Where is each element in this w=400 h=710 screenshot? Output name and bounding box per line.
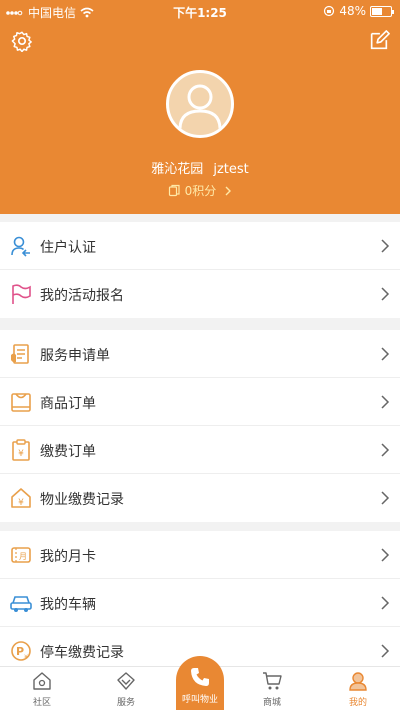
menu-item-month-card[interactable]: 月 我的月卡 [0, 531, 400, 579]
menu-item-payment-orders[interactable]: ¥ 缴费订单 [0, 426, 400, 474]
month-card-icon: 月 [11, 547, 31, 563]
tab-service[interactable]: 服务 [86, 667, 166, 710]
tab-label: 商城 [262, 698, 281, 708]
username: jztest [213, 162, 249, 177]
chevron-right-icon [381, 239, 390, 253]
menu-item-label: 商品订单 [40, 396, 96, 412]
menu-group-account: 住户认证 我的活动报名 [0, 222, 400, 318]
diamond-icon [117, 672, 135, 690]
menu-item-label: 服务申请单 [40, 348, 110, 364]
chevron-right-icon [381, 287, 390, 301]
chevron-right-icon [225, 186, 232, 195]
menu-item-service-form[interactable]: 服务申请单 [0, 330, 400, 378]
status-bar: 中国电信 下午1:25 48% [0, 0, 400, 22]
menu-item-property-payments[interactable]: ¥ 物业缴费记录 [0, 474, 400, 522]
tab-mall[interactable]: 商城 [232, 667, 312, 710]
tab-label: 服务 [116, 698, 135, 708]
svg-text:P: P [16, 645, 24, 658]
tab-mine[interactable]: 我的 [318, 667, 398, 710]
menu-item-label: 我的月卡 [40, 549, 96, 565]
menu-item-product-orders[interactable]: 商品订单 [0, 378, 400, 426]
tab-label: 呼叫物业 [181, 695, 218, 705]
chevron-right-icon [381, 548, 390, 562]
service-form-icon [11, 344, 29, 364]
points-link[interactable]: 0积分 [0, 182, 400, 199]
svg-text:¥: ¥ [24, 654, 28, 661]
resident-auth-icon [11, 236, 30, 257]
chevron-right-icon [381, 596, 390, 610]
user-identity: 雅沁花园 jztest [0, 158, 400, 177]
chevron-right-icon [381, 644, 390, 658]
bag-icon [11, 393, 31, 412]
cart-icon [263, 672, 282, 690]
battery-percent: 48% [339, 4, 366, 18]
menu-item-label: 停车缴费记录 [40, 645, 124, 661]
chevron-right-icon [381, 395, 390, 409]
chevron-right-icon [381, 491, 390, 505]
tab-label: 我的 [348, 698, 367, 708]
tab-community[interactable]: 社区 [2, 667, 82, 710]
menu-item-label: 我的活动报名 [40, 288, 124, 304]
svg-text:月: 月 [19, 552, 27, 561]
menu-item-my-activities[interactable]: 我的活动报名 [0, 270, 400, 318]
tab-label: 社区 [32, 698, 51, 708]
phone-icon [191, 668, 209, 686]
battery-icon [370, 5, 394, 17]
chevron-right-icon [381, 443, 390, 457]
chevron-right-icon [381, 347, 390, 361]
menu-item-my-vehicles[interactable]: 我的车辆 [0, 579, 400, 627]
profile-header: 中国电信 下午1:25 48% 雅沁花园 jztest 0积分 [0, 0, 400, 214]
user-icon [349, 672, 367, 691]
svg-text:¥: ¥ [18, 498, 24, 508]
home-icon [33, 672, 51, 690]
orientation-lock-icon [324, 5, 335, 17]
points-icon [168, 184, 180, 197]
menu-group-vehicles: 月 我的月卡 我的车辆 P ¥ 停车缴费记录 [0, 531, 400, 675]
house-payment-icon: ¥ [11, 488, 31, 508]
menu-item-label: 缴费订单 [40, 444, 96, 460]
car-icon [10, 596, 32, 612]
flag-icon [12, 284, 31, 304]
edit-icon[interactable] [368, 30, 390, 52]
avatar[interactable] [166, 70, 234, 138]
default-user-icon [178, 84, 222, 130]
settings-gear-icon[interactable] [11, 30, 33, 52]
menu-item-label: 物业缴费记录 [40, 492, 124, 508]
payment-order-icon: ¥ [12, 439, 30, 461]
menu-group-orders: 服务申请单 商品订单 ¥ 缴费订单 ¥ 物业缴费记录 [0, 330, 400, 522]
menu-item-resident-auth[interactable]: 住户认证 [0, 222, 400, 270]
community-name: 雅沁花园 [151, 162, 204, 177]
menu-item-label: 住户认证 [40, 240, 96, 256]
menu-item-label: 我的车辆 [40, 597, 96, 613]
points-label: 0积分 [184, 184, 217, 198]
call-property-button[interactable]: 呼叫物业 [176, 656, 224, 710]
svg-text:¥: ¥ [18, 449, 24, 459]
parking-icon: P ¥ [11, 641, 31, 661]
